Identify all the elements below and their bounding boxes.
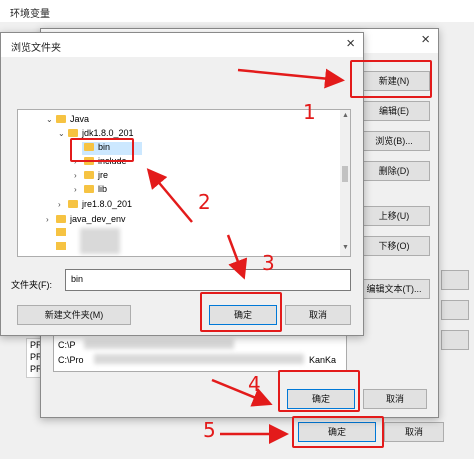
folder-icon xyxy=(56,215,66,223)
env-side-button[interactable] xyxy=(441,330,469,350)
edit-cancel-button[interactable]: 取消 xyxy=(363,389,427,409)
highlight-new-button xyxy=(350,60,432,98)
close-icon[interactable]: × xyxy=(346,35,355,53)
env-window-title: 环境变量 xyxy=(10,9,50,20)
move-down-button[interactable]: 下移(O) xyxy=(358,236,430,256)
edit-text-button[interactable]: 编辑文本(T)... xyxy=(358,279,430,299)
edit-button[interactable]: 编辑(E) xyxy=(358,101,430,121)
folder-icon xyxy=(68,129,78,137)
tree-item-java[interactable]: ⌄ Java xyxy=(46,114,89,127)
highlight-bin-item xyxy=(70,138,134,162)
folder-icon xyxy=(68,200,78,208)
annotation-number-4: 4 xyxy=(248,372,261,396)
redacted-folder xyxy=(80,228,120,254)
tree-item-java-dev-env[interactable]: › java_dev_env xyxy=(46,214,126,227)
folder-field-value: bin xyxy=(71,274,84,284)
browse-dialog-title: 浏览文件夹 xyxy=(11,43,61,54)
move-up-button[interactable]: 上移(U) xyxy=(358,206,430,226)
env-side-button[interactable] xyxy=(441,270,469,290)
redacted-path xyxy=(84,339,234,349)
scroll-up-icon[interactable]: ▲ xyxy=(342,112,349,119)
redacted-path xyxy=(94,354,304,364)
env-side-button[interactable] xyxy=(441,300,469,320)
scroll-thumb[interactable] xyxy=(342,166,348,182)
tree-scrollbar[interactable]: ▲ ▼ xyxy=(340,110,350,256)
annotation-number-3: 3 xyxy=(262,251,275,275)
browse-cancel-button[interactable]: 取消 xyxy=(285,305,351,325)
folder-icon xyxy=(84,171,94,179)
tree-item-lib[interactable]: › lib xyxy=(74,184,107,197)
env-cancel-button[interactable]: 取消 xyxy=(384,422,444,442)
folder-label: 文件夹(F): xyxy=(11,280,52,290)
folder-tree[interactable]: ⌄ Java ⌄ jdk1.8.0_201 bin › include › jre › l… xyxy=(17,109,351,257)
list-item[interactable]: C:\Pro xyxy=(58,355,84,365)
folder-field[interactable]: bin xyxy=(65,269,351,291)
highlight-edit-ok xyxy=(278,370,360,412)
env-titlebar: 环境变量 xyxy=(0,0,474,22)
browse-titlebar: 浏览文件夹 × xyxy=(1,33,363,57)
close-icon[interactable]: × xyxy=(421,31,430,49)
annotation-number-2: 2 xyxy=(198,190,211,214)
right-edge-buttons xyxy=(441,240,469,420)
folder-icon xyxy=(56,115,66,123)
browse-button[interactable]: 浏览(B)... xyxy=(358,131,430,151)
tree-item-jre[interactable]: › jre xyxy=(74,170,108,183)
folder-icon xyxy=(84,185,94,193)
browse-folder-dialog: 浏览文件夹 × ⌄ Java ⌄ jdk1.8.0_201 bin › include… xyxy=(0,32,364,336)
annotation-number-1: 1 xyxy=(303,100,316,124)
tree-item-jre-root[interactable]: › jre1.8.0_201 xyxy=(58,199,132,212)
delete-button[interactable]: 删除(D) xyxy=(358,161,430,181)
list-item[interactable]: C:\P xyxy=(58,340,76,350)
new-folder-button[interactable]: 新建文件夹(M) xyxy=(17,305,131,325)
annotation-number-5: 5 xyxy=(203,418,216,442)
list-item-tail: KanKa xyxy=(309,355,337,365)
highlight-env-ok xyxy=(292,416,384,448)
scroll-down-icon[interactable]: ▼ xyxy=(342,244,349,251)
highlight-browse-ok xyxy=(200,292,282,332)
